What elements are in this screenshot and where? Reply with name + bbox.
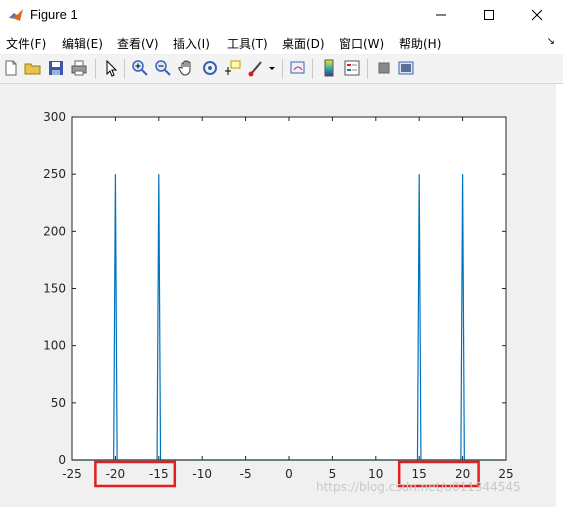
x-tick-label: -20 xyxy=(106,467,126,481)
y-tick-label: 150 xyxy=(43,282,66,296)
x-tick-label: 0 xyxy=(285,467,293,481)
x-tick-label: -10 xyxy=(192,467,212,481)
y-tick-label: 200 xyxy=(43,224,66,238)
watermark: https://blog.csdn.net/u011344545 xyxy=(316,480,521,494)
plot-area[interactable]: -25 -20 -15 -10 -5 0 5 10 15 20 25 0 50 100 150 200 250… xyxy=(0,0,563,507)
x-tick-label: -15 xyxy=(149,467,169,481)
x-tick-label: 5 xyxy=(329,467,337,481)
y-tick-label: 300 xyxy=(43,110,66,124)
x-tick-label: 25 xyxy=(498,467,513,481)
x-tick-labels: -25 -20 -15 -10 -5 0 5 10 15 20 25 xyxy=(62,467,513,481)
y-tick-label: 0 xyxy=(58,453,66,467)
y-tick-label: 250 xyxy=(43,167,66,181)
y-tick-labels: 0 50 100 150 200 250 300 xyxy=(43,110,66,467)
x-tick-label: 20 xyxy=(455,467,470,481)
x-tick-label: 15 xyxy=(412,467,427,481)
y-tick-label: 100 xyxy=(43,339,66,353)
x-tick-label: 10 xyxy=(368,467,383,481)
x-tick-label: -25 xyxy=(62,467,82,481)
axes-background xyxy=(72,117,506,460)
y-tick-label: 50 xyxy=(51,396,66,410)
x-tick-label: -5 xyxy=(240,467,252,481)
